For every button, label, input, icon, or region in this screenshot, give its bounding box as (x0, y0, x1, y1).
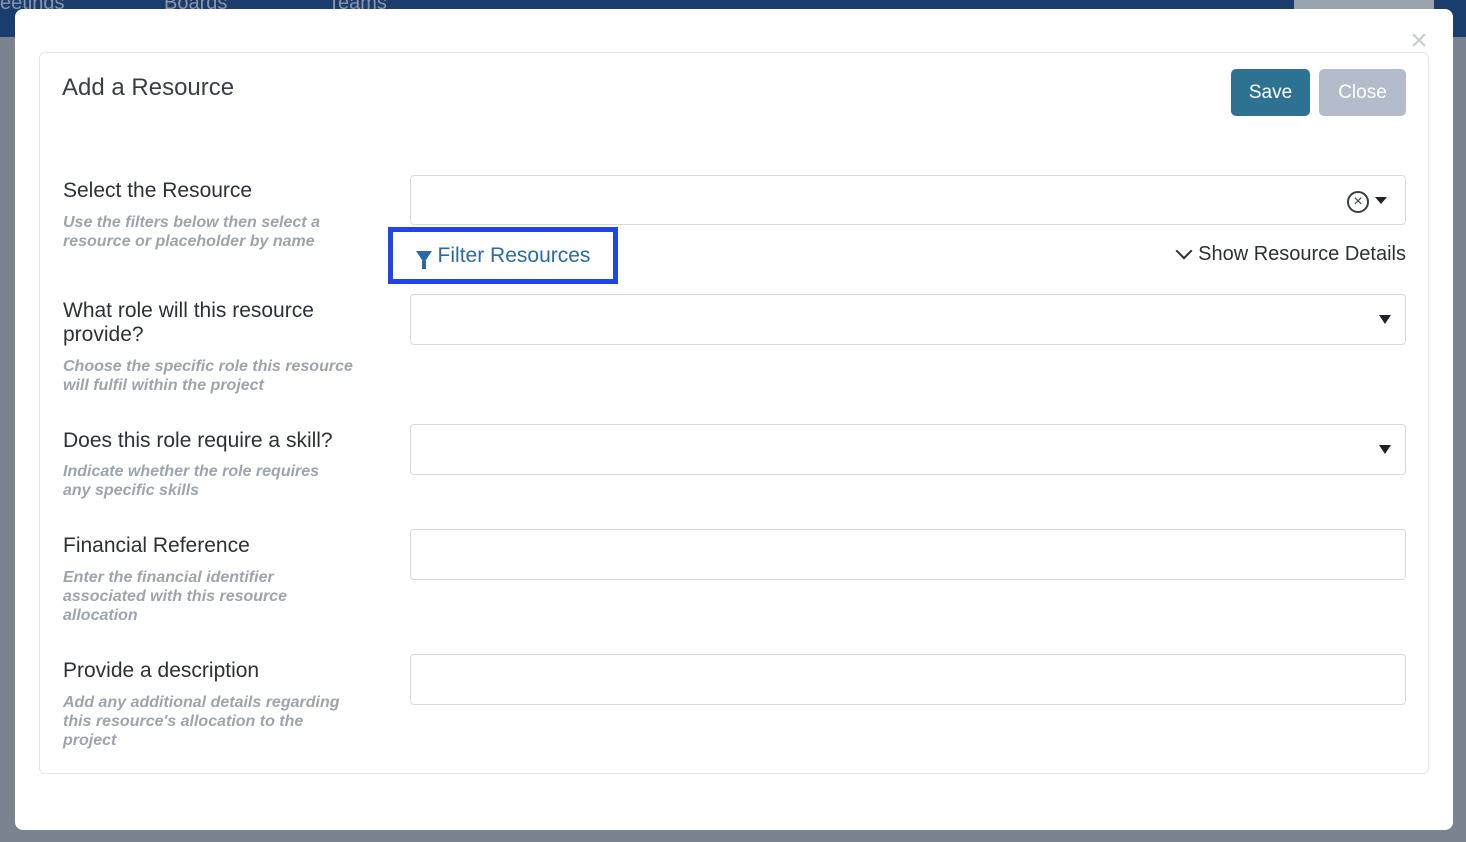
resource-label: Select the Resource (63, 179, 253, 202)
resource-form-card: Add a Resource Save Close Select the Res… (39, 52, 1429, 774)
skill-help: Indicate whether the role requires any s… (63, 463, 320, 499)
modal-title: Add a Resource (62, 74, 235, 101)
filter-resources-label: Filter Resources (437, 243, 591, 267)
close-icon[interactable]: × (1405, 26, 1433, 56)
skill-select[interactable] (410, 424, 1406, 475)
description-label: Provide a description (63, 659, 260, 682)
add-resource-modal: × Add a Resource Save Close Select the R… (15, 9, 1453, 830)
financial-help: Enter the financial identifier associate… (63, 569, 288, 624)
dropdown-caret-icon[interactable] (1375, 197, 1387, 204)
role-help: Choose the specific role this resource w… (63, 358, 353, 394)
skill-label: Does this role require a skill? (63, 429, 333, 452)
filter-resources-link[interactable]: Filter Resources (415, 243, 591, 269)
show-details-label: Show Resource Details (1198, 243, 1406, 265)
filter-resources-highlight[interactable]: Filter Resources (388, 227, 618, 284)
filter-icon (415, 250, 432, 269)
save-button[interactable]: Save (1231, 69, 1310, 116)
dropdown-caret-icon[interactable] (1379, 315, 1391, 324)
clear-icon[interactable]: × (1347, 191, 1369, 213)
role-select[interactable] (410, 294, 1406, 345)
financial-reference-input[interactable] (410, 529, 1406, 580)
resource-select[interactable]: × (410, 175, 1406, 225)
dropdown-caret-icon[interactable] (1379, 445, 1391, 454)
chevron-down-icon (1175, 242, 1193, 259)
financial-label: Financial Reference (63, 534, 250, 557)
description-input[interactable] (410, 654, 1406, 705)
close-button[interactable]: Close (1319, 69, 1406, 116)
description-help: Add any additional details regarding thi… (63, 694, 340, 749)
resource-help: Use the filters below then select a reso… (63, 214, 320, 250)
show-resource-details-toggle[interactable]: Show Resource Details (1175, 242, 1406, 266)
role-label: What role will this resource provide? (63, 299, 314, 346)
